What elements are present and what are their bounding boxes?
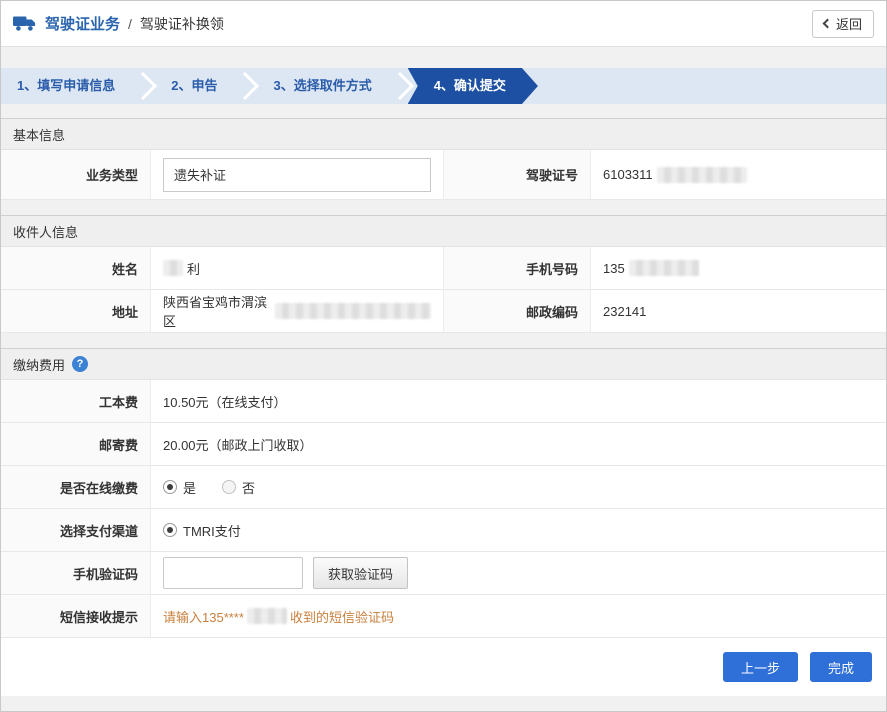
help-question-icon[interactable]: ?: [72, 356, 88, 372]
address-label: 地址: [1, 290, 151, 333]
redacted-sms-phone: [247, 608, 287, 624]
name-text: 利: [187, 259, 200, 278]
table-row: 短信接收提示 请输入135**** 收到的短信验证码: [1, 595, 886, 638]
license-number-label: 驾驶证号: [444, 150, 591, 200]
payment-channel-label: 选择支付渠道: [1, 509, 151, 552]
step-label: 3、选择取件方式: [273, 78, 371, 93]
section-header-payment: 缴纳费用 ?: [1, 348, 886, 380]
radio-checked-icon: [163, 523, 177, 537]
license-number-text: 6103311: [603, 167, 653, 182]
footer-actions: 上一步 完成: [1, 638, 886, 696]
chevron-right-icon: [231, 72, 259, 100]
production-fee-value: 10.50元（在线支付）: [151, 380, 886, 423]
step-3-pickup-method[interactable]: 3、选择取件方式: [257, 68, 387, 104]
truck-icon: [13, 15, 37, 32]
radio-checked-icon: [163, 480, 177, 494]
table-row: 地址 陕西省宝鸡市渭滨区 邮政编码 232141: [1, 290, 886, 333]
postcode-label: 邮政编码: [444, 290, 591, 333]
address-value: 陕西省宝鸡市渭滨区: [151, 290, 444, 333]
radio-label-tmri: TMRI支付: [183, 521, 241, 540]
online-pay-label: 是否在线缴费: [1, 466, 151, 509]
step-label: 2、申告: [171, 78, 217, 93]
postcode-value: 232141: [591, 290, 886, 333]
sms-code-label: 手机验证码: [1, 552, 151, 595]
sms-hint-suffix: 收到的短信验证码: [290, 607, 394, 626]
table-row: 邮寄费 20.00元（邮政上门收取）: [1, 423, 886, 466]
table-row: 选择支付渠道 TMRI支付: [1, 509, 886, 552]
mailing-fee-value: 20.00元（邮政上门收取）: [151, 423, 886, 466]
business-type-value: 遗失补证: [163, 158, 431, 192]
redacted-name: [163, 260, 183, 276]
section-header-basic: 基本信息: [1, 118, 886, 150]
business-type-label: 业务类型: [1, 150, 151, 200]
phone-value: 135: [591, 247, 886, 290]
section-basic-info: 基本信息 业务类型 遗失补证 驾驶证号 6103311: [1, 118, 886, 200]
title-separator: /: [128, 16, 132, 32]
chevron-right-icon: [129, 72, 157, 100]
address-text: 陕西省宝鸡市渭滨区: [163, 292, 271, 330]
page-title-secondary: 驾驶证补换领: [140, 14, 224, 34]
get-code-button[interactable]: 获取验证码: [313, 557, 408, 589]
finish-button[interactable]: 完成: [810, 652, 872, 682]
back-label: 返回: [836, 14, 862, 33]
license-number-value: 6103311: [591, 150, 886, 200]
redacted-phone: [629, 260, 699, 276]
online-pay-options: 是 否: [151, 466, 886, 509]
business-type-cell: 遗失补证: [151, 150, 444, 200]
step-nav: 1、填写申请信息 2、申告 3、选择取件方式 4、确认提交: [1, 68, 886, 104]
production-fee-label: 工本费: [1, 380, 151, 423]
sms-hint-value: 请输入135**** 收到的短信验证码: [151, 595, 886, 638]
step-2-declaration[interactable]: 2、申告: [155, 68, 233, 104]
redacted-license-number: [657, 167, 747, 183]
section-recipient-info: 收件人信息 姓名 利 手机号码 135 地址 陕西省宝鸡市渭滨区: [1, 215, 886, 333]
step-label: 1、填写申请信息: [17, 78, 115, 93]
section-title: 基本信息: [13, 125, 65, 144]
back-button[interactable]: 返回: [812, 10, 874, 38]
business-type-text: 遗失补证: [174, 165, 226, 184]
section-title: 缴纳费用: [13, 355, 65, 374]
header: 驾驶证业务 / 驾驶证补换领 返回: [1, 1, 886, 47]
section-header-recipient: 收件人信息: [1, 215, 886, 247]
radio-label-yes: 是: [183, 478, 196, 497]
section-payment-fees: 缴纳费用 ? 工本费 10.50元（在线支付） 邮寄费 20.00元（邮政上门收…: [1, 348, 886, 638]
name-value: 利: [151, 247, 444, 290]
table-row: 手机验证码 获取验证码: [1, 552, 886, 595]
redacted-address: [275, 303, 431, 319]
sms-code-cell: 获取验证码: [151, 552, 886, 595]
table-row: 业务类型 遗失补证 驾驶证号 6103311: [1, 150, 886, 200]
page-title-primary: 驾驶证业务: [45, 13, 120, 34]
radio-label-no: 否: [242, 478, 255, 497]
phone-label: 手机号码: [444, 247, 591, 290]
radio-option-yes[interactable]: 是: [163, 478, 196, 497]
table-row: 是否在线缴费 是 否: [1, 466, 886, 509]
breadcrumb: 驾驶证业务 / 驾驶证补换领: [13, 13, 224, 34]
name-label: 姓名: [1, 247, 151, 290]
sms-code-input[interactable]: [163, 557, 303, 589]
payment-channel-options: TMRI支付: [151, 509, 886, 552]
page: 驾驶证业务 / 驾驶证补换领 返回 1、填写申请信息 2、申告 3、选择取件方式…: [0, 0, 887, 712]
phone-text: 135: [603, 261, 625, 276]
table-row: 姓名 利 手机号码 135: [1, 247, 886, 290]
chevron-left-icon: [823, 19, 833, 29]
radio-unchecked-icon: [222, 480, 236, 494]
step-4-confirm-submit: 4、确认提交: [408, 68, 538, 104]
radio-option-tmri[interactable]: TMRI支付: [163, 521, 241, 540]
step-label: 4、确认提交: [434, 78, 506, 93]
prev-step-button[interactable]: 上一步: [723, 652, 798, 682]
main-content: 基本信息 业务类型 遗失补证 驾驶证号 6103311 收件人信息: [1, 118, 886, 696]
mailing-fee-label: 邮寄费: [1, 423, 151, 466]
radio-option-no[interactable]: 否: [222, 478, 255, 497]
sms-hint-label: 短信接收提示: [1, 595, 151, 638]
chevron-right-icon: [386, 72, 414, 100]
step-1-fill-application[interactable]: 1、填写申请信息: [1, 68, 131, 104]
section-title: 收件人信息: [13, 222, 78, 241]
sms-hint-prefix: 请输入135****: [163, 607, 244, 626]
table-row: 工本费 10.50元（在线支付）: [1, 380, 886, 423]
